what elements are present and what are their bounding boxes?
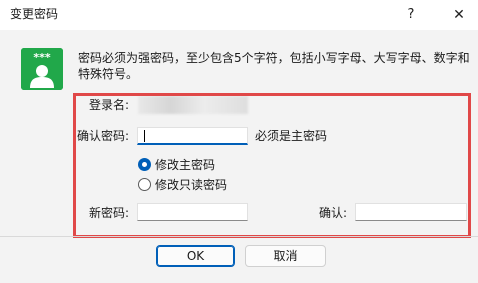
login-name-label: 登录名: — [89, 98, 130, 112]
password-stars: *** — [33, 51, 51, 64]
new-password-label: 新密码: — [89, 206, 130, 220]
confirm-new-password-input[interactable] — [355, 203, 467, 221]
help-button[interactable]: ? — [396, 0, 426, 30]
dialog-body: *** 密码必须为强密码，至少包含5个字符，包括小写字母、大写字母、数字和特殊符… — [0, 30, 478, 283]
confirm-password-hint: 必须是主密码 — [255, 129, 328, 143]
window-title: 变更密码 — [10, 7, 59, 21]
password-user-icon: *** — [21, 48, 63, 90]
new-password-input[interactable] — [137, 203, 248, 221]
footer-separator — [0, 236, 478, 237]
radio-label-readonly-password[interactable]: 修改只读密码 — [155, 177, 227, 193]
radio-change-master-password[interactable] — [138, 158, 151, 171]
login-name-value: ******** — [138, 96, 248, 114]
password-requirement-text: 密码必须为强密码，至少包含5个字符，包括小写字母、大写字母、数字和特殊符号。 — [78, 51, 470, 81]
radio-label-master-password[interactable]: 修改主密码 — [155, 157, 215, 173]
close-button[interactable]: ✕ — [444, 0, 474, 30]
confirm-new-password-label: 确认: — [319, 206, 348, 220]
confirm-password-label: 确认密码: — [77, 129, 130, 143]
ok-button[interactable]: OK — [156, 245, 235, 267]
title-bar: 变更密码 ? ✕ — [0, 0, 478, 30]
text-caret — [144, 130, 145, 142]
change-password-dialog: 变更密码 ? ✕ *** 密码必须为强密码，至少包含5个字符，包括小写字母、大写… — [0, 0, 478, 283]
cancel-button[interactable]: 取消 — [245, 245, 326, 267]
confirm-password-input[interactable] — [137, 127, 248, 145]
radio-change-readonly-password[interactable] — [138, 178, 151, 191]
